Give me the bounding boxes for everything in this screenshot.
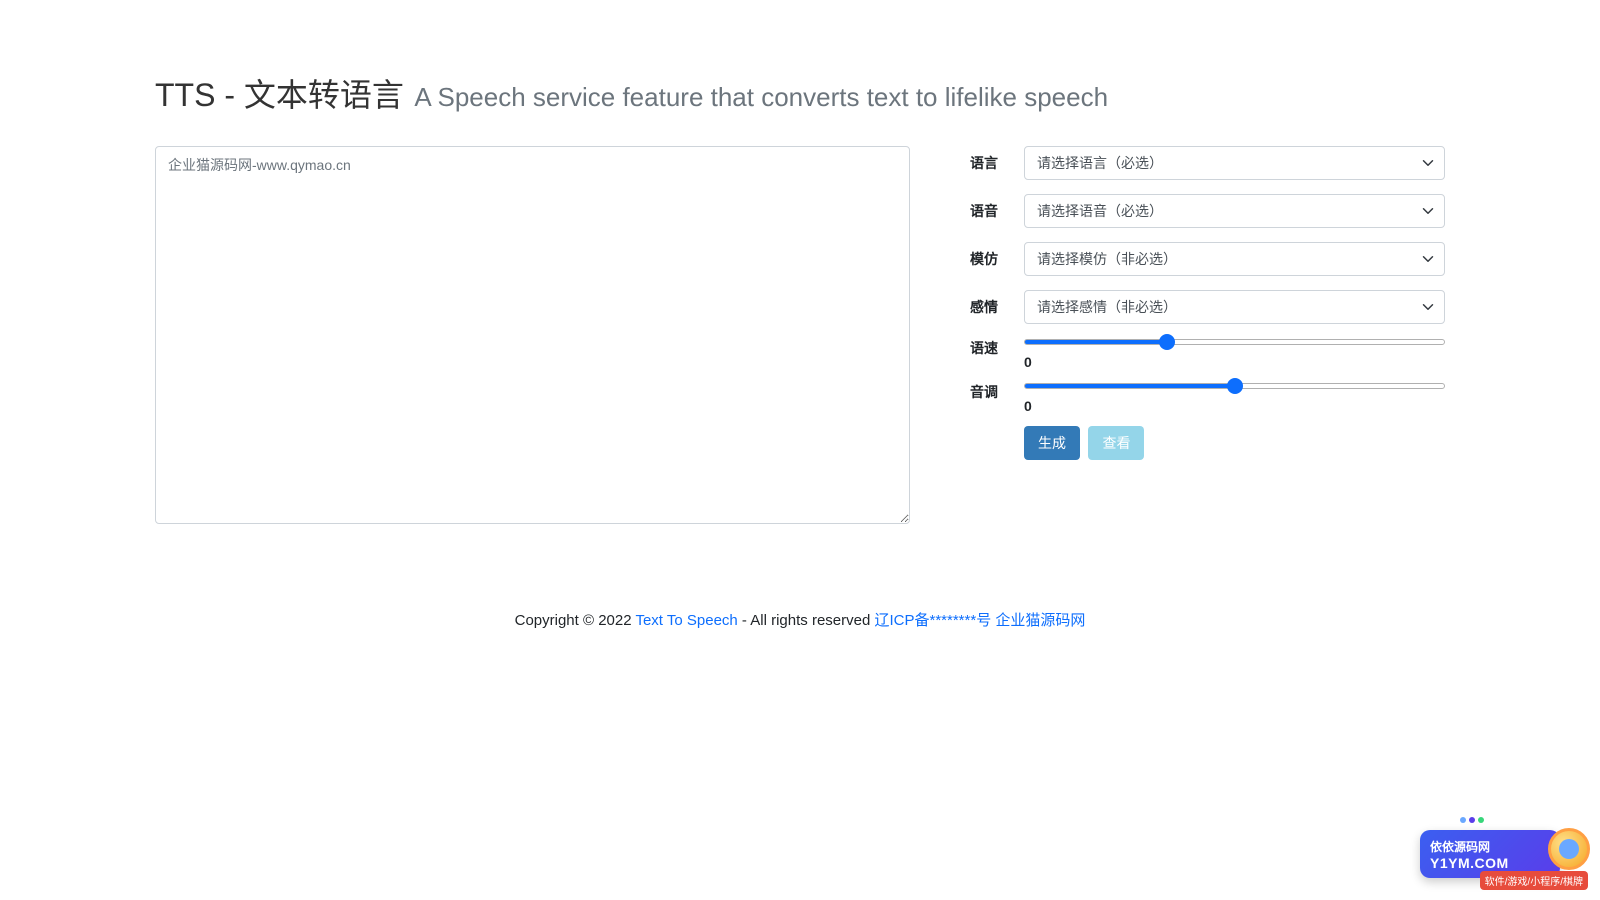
footer-middle: - All rights reserved	[738, 612, 875, 629]
page-header: TTS - 文本转语言 A Speech service feature tha…	[155, 70, 1445, 116]
footer-link-tts[interactable]: Text To Speech	[635, 612, 737, 629]
page-subtitle: A Speech service feature that converts t…	[414, 82, 1108, 112]
text-input[interactable]	[155, 146, 910, 524]
pitch-value: 0	[1024, 398, 1445, 414]
voice-select[interactable]: 请选择语音（必选）	[1024, 194, 1445, 228]
footer-link-qymao[interactable]: 企业猫源码网	[995, 612, 1085, 629]
speed-label: 语速	[970, 338, 1024, 370]
mimic-label: 模仿	[970, 249, 1024, 269]
language-label: 语言	[970, 153, 1024, 173]
page-title: TTS - 文本转语言	[155, 77, 404, 113]
speed-value: 0	[1024, 354, 1445, 370]
watermark-line2: Y1YM.COM	[1430, 855, 1560, 871]
speed-slider[interactable]	[1024, 338, 1445, 346]
watermark-line1: 依依源码网	[1430, 838, 1560, 855]
view-button[interactable]: 查看	[1088, 426, 1144, 460]
watermark-badge: 依依源码网 Y1YM.COM 软件/游戏/小程序/棋牌	[1410, 810, 1590, 890]
footer: Copyright © 2022 Text To Speech - All ri…	[155, 609, 1445, 630]
language-select[interactable]: 请选择语言（必选）	[1024, 146, 1445, 180]
pitch-slider[interactable]	[1024, 382, 1445, 390]
emotion-label: 感情	[970, 297, 1024, 317]
footer-link-icp[interactable]: 辽ICP备********号	[874, 612, 991, 629]
watermark-strip: 软件/游戏/小程序/棋牌	[1480, 871, 1588, 890]
generate-button[interactable]: 生成	[1024, 426, 1080, 460]
emotion-select[interactable]: 请选择感情（非必选）	[1024, 290, 1445, 324]
voice-label: 语音	[970, 201, 1024, 221]
watermark-dots-icon	[1460, 810, 1520, 822]
watermark-circle-icon	[1548, 828, 1590, 870]
footer-copyright: Copyright © 2022	[515, 612, 636, 629]
pitch-label: 音调	[970, 382, 1024, 414]
mimic-select[interactable]: 请选择模仿（非必选）	[1024, 242, 1445, 276]
